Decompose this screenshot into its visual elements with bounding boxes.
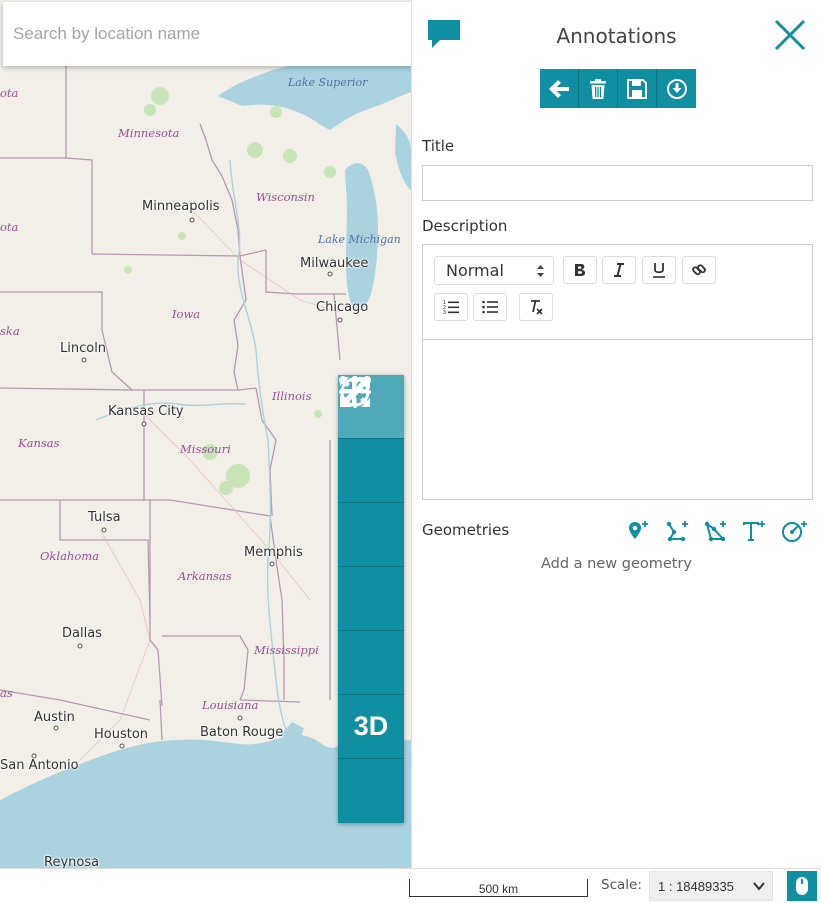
location-search-bar — [3, 2, 411, 66]
3d-label: 3D — [353, 711, 389, 741]
svg-text:3: 3 — [443, 310, 446, 315]
add-polygon-button[interactable] — [702, 518, 730, 544]
title-label: Title — [422, 137, 455, 155]
close-icon[interactable] — [773, 18, 807, 52]
bold-icon — [575, 264, 586, 276]
download-button[interactable] — [657, 69, 696, 108]
bullet-list-icon — [482, 300, 498, 314]
geometries-empty-message: Add a new geometry — [540, 556, 693, 572]
city-label: Minneapolis — [142, 199, 220, 214]
map-toolbar: 3D — [338, 375, 404, 823]
title-input[interactable] — [422, 165, 813, 201]
scale-label: Scale: — [601, 877, 642, 893]
state-label: ota — [0, 86, 19, 100]
annotations-panel: Annotations Title Description Normal 1 2… — [411, 0, 821, 868]
description-editor: Normal 1 2 3 — [422, 244, 813, 500]
ordered-list-button[interactable]: 1 2 3 — [434, 293, 468, 321]
city-label: Austin — [34, 710, 75, 725]
state-label: Kansas — [18, 436, 60, 450]
city-label: Kansas City — [108, 404, 184, 419]
download-icon — [666, 78, 687, 99]
water-label: Lake Michigan — [318, 233, 401, 246]
state-label: Wisconsin — [256, 190, 315, 204]
city-label: Houston — [94, 727, 149, 742]
heading-select[interactable]: Normal — [434, 256, 554, 285]
map-footer: 500 km Scale: 1 : 18489335 — [0, 868, 821, 903]
panel-header: Annotations — [412, 0, 821, 68]
description-editor-body[interactable] — [423, 340, 812, 500]
more-icon — [339, 376, 371, 384]
city-label: Tulsa — [88, 510, 121, 525]
editor-toolbar: Normal 1 2 3 — [423, 245, 812, 340]
city-label: Dallas — [62, 626, 102, 641]
annotation-actions — [540, 69, 696, 108]
fullscreen-button[interactable] — [338, 377, 404, 695]
add-text-button[interactable] — [741, 518, 769, 544]
state-label: Louisiana — [202, 698, 259, 712]
location-search-input[interactable] — [13, 24, 411, 44]
add-point-button[interactable] — [625, 518, 653, 544]
panel-title: Annotations — [556, 24, 677, 48]
italic-button[interactable] — [602, 256, 636, 284]
state-label: Oklahoma — [40, 549, 100, 563]
polygon-plus-icon — [704, 521, 726, 542]
polyline-plus-icon — [666, 521, 688, 542]
zoom-in-button[interactable] — [338, 377, 404, 503]
mouse-icon — [796, 877, 808, 895]
state-label: as — [0, 686, 13, 700]
state-label: ska — [0, 324, 20, 338]
state-label: Mississippi — [254, 643, 319, 657]
state-label: Missouri — [180, 442, 231, 456]
city-label: Memphis — [244, 545, 303, 560]
underline-icon — [653, 263, 665, 278]
add-line-button[interactable] — [664, 518, 692, 544]
3d-button[interactable]: 3D — [338, 695, 404, 759]
chevron-down-icon — [753, 882, 765, 891]
save-icon — [627, 78, 647, 99]
scale-select[interactable]: 1 : 18489335 — [649, 871, 773, 901]
scale-bar: 500 km — [409, 879, 588, 897]
clear-format-icon — [531, 300, 543, 315]
bold-button[interactable] — [563, 256, 597, 284]
add-circle-button[interactable] — [781, 518, 809, 544]
link-icon — [692, 264, 706, 276]
city-label: San Antonio — [0, 758, 79, 773]
italic-icon — [614, 263, 624, 277]
city-label: Reynosa — [44, 855, 100, 868]
more-button[interactable] — [338, 376, 404, 823]
city-label: Milwaukee — [300, 256, 369, 271]
zoom-out-button[interactable] — [338, 389, 404, 567]
mouse-position-button[interactable] — [787, 871, 817, 901]
back-button[interactable] — [540, 69, 579, 108]
select-arrows-icon — [537, 265, 544, 277]
trash-icon — [590, 78, 606, 99]
circle-plus-icon — [782, 521, 807, 542]
city-label: Chicago — [316, 300, 369, 315]
geometries-label: Geometries — [422, 521, 510, 539]
bullet-list-button[interactable] — [473, 293, 507, 321]
water-label: Lake Superior — [288, 76, 368, 89]
scale-bar-label: 500 km — [478, 882, 519, 896]
marker-plus-icon — [629, 521, 648, 539]
description-label: Description — [422, 217, 508, 235]
state-label: Minnesota — [118, 126, 180, 140]
save-button[interactable] — [618, 69, 657, 108]
link-button[interactable] — [682, 256, 716, 284]
ordered-list-icon: 1 2 3 — [443, 300, 459, 315]
state-label: Iowa — [172, 307, 201, 321]
delete-button[interactable] — [579, 69, 618, 108]
state-label: Illinois — [272, 389, 312, 403]
back-arrow-icon — [549, 79, 569, 98]
scale-value: 1 : 18489335 — [658, 878, 734, 894]
state-label: ota — [0, 220, 19, 234]
heading-value: Normal — [446, 261, 504, 280]
underline-button[interactable] — [642, 256, 676, 284]
zoom-to-extent-button[interactable] — [338, 377, 404, 631]
clear-format-button[interactable] — [519, 293, 553, 321]
map-view[interactable]: Lake Superior Lake Michigan ota Minnesot… — [0, 0, 411, 868]
city-label: Lincoln — [60, 341, 107, 356]
state-label: Arkansas — [178, 569, 232, 583]
city-label: Baton Rouge — [200, 725, 284, 740]
text-plus-icon — [743, 521, 765, 541]
